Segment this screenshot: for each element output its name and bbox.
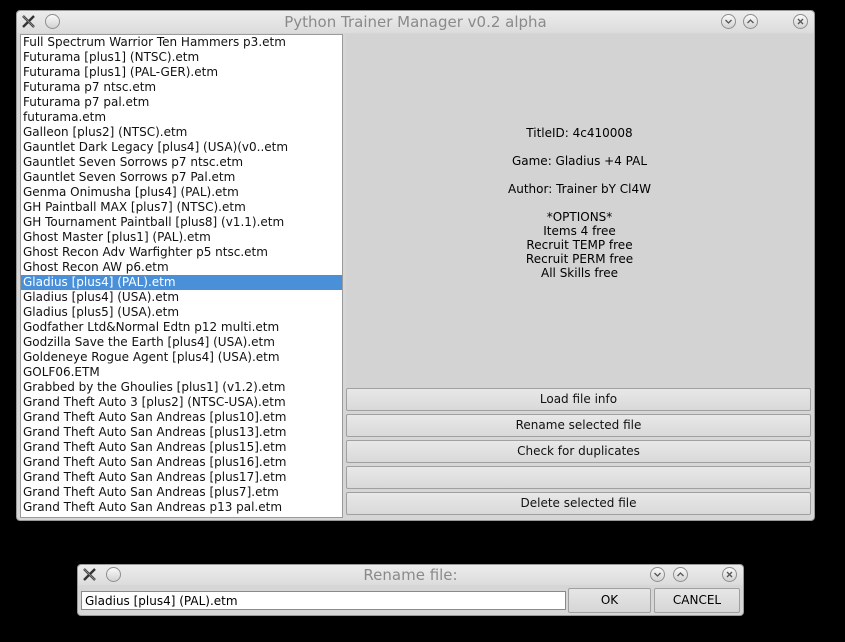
file-list-item[interactable]: Godzilla Save the Earth [plus4] (USA).et…: [21, 335, 342, 350]
check-duplicates-button[interactable]: Check for duplicates: [346, 440, 811, 463]
file-list-item[interactable]: Grand Theft Auto San Andreas [plus16].et…: [21, 455, 342, 470]
chevron-up-icon[interactable]: [743, 14, 758, 29]
file-list-item[interactable]: Futurama [plus1] (NTSC).etm: [21, 50, 342, 65]
file-list-item[interactable]: Gladius [plus5] (USA).etm: [21, 305, 342, 320]
file-list-item[interactable]: GH Tournament Paintball [plus8] (v1.1).e…: [21, 215, 342, 230]
file-list-item[interactable]: Futurama p7 ntsc.etm: [21, 80, 342, 95]
file-list-item[interactable]: Ghost Recon AW p6.etm: [21, 260, 342, 275]
file-list-item[interactable]: futurama.etm: [21, 110, 342, 125]
file-list-item[interactable]: Futurama p7 pal.etm: [21, 95, 342, 110]
file-list-item[interactable]: Futurama [plus1] (PAL-GER).etm: [21, 65, 342, 80]
file-list-item[interactable]: Grabbed by the Ghoulies [plus1] (v1.2).e…: [21, 380, 342, 395]
file-list-item[interactable]: Grand Theft Auto San Andreas [plus10].et…: [21, 410, 342, 425]
file-list-item[interactable]: Grand Theft Auto San Andreas [plus13].et…: [21, 425, 342, 440]
file-list-item[interactable]: Gladius [plus4] (PAL).etm: [21, 275, 342, 290]
file-list-item[interactable]: Godfather Ltd&Normal Edtn p12 multi.etm: [21, 320, 342, 335]
cancel-button[interactable]: CANCEL: [654, 588, 740, 613]
delete-file-button[interactable]: Delete selected file: [346, 492, 811, 515]
file-list-item[interactable]: GOLF06.ETM: [21, 365, 342, 380]
option-line: Recruit TEMP free: [526, 238, 633, 252]
option-line: All Skills free: [541, 266, 618, 280]
option-line: Recruit PERM free: [525, 252, 634, 266]
rename-dialog: Rename file: OK CANCEL: [77, 564, 744, 616]
file-list-item[interactable]: Ghost Recon Adv Warfighter p5 ntsc.etm: [21, 245, 342, 260]
file-list-item[interactable]: Gauntlet Seven Sorrows p7 Pal.etm: [21, 170, 342, 185]
file-list-item[interactable]: Full Spectrum Warrior Ten Hammers p3.etm: [21, 35, 342, 50]
file-list-item[interactable]: Gauntlet Dark Legacy [plus4] (USA)(v0..e…: [21, 140, 342, 155]
title-id-text: TitleID: 4c410008: [526, 126, 633, 140]
file-list-item[interactable]: GH Paintball MAX [plus7] (NTSC).etm: [21, 200, 342, 215]
load-file-info-button[interactable]: Load file info: [346, 388, 811, 411]
file-info-panel: TitleID: 4c410008 Game: Gladius +4 PAL A…: [346, 34, 813, 388]
option-line: Items 4 free: [543, 224, 616, 238]
chevron-down-icon[interactable]: [650, 567, 665, 582]
blank-button[interactable]: [346, 466, 811, 489]
file-list-item[interactable]: Goldeneye Rogue Agent [plus4] (USA).etm: [21, 350, 342, 365]
file-list-item[interactable]: Grand Theft Auto San Andreas [plus7].etm: [21, 485, 342, 500]
main-titlebar[interactable]: Python Trainer Manager v0.2 alpha: [17, 11, 814, 33]
chevron-up-icon[interactable]: [673, 567, 688, 582]
file-list-item[interactable]: Grand Theft Auto 3 [plus2] (NTSC-USA).et…: [21, 395, 342, 410]
ok-button[interactable]: OK: [568, 588, 651, 613]
author-text: Author: Trainer bY Cl4W: [508, 182, 651, 196]
rename-input[interactable]: [81, 591, 566, 610]
rename-file-button[interactable]: Rename selected file: [346, 414, 811, 437]
file-list-item[interactable]: Grand Theft Auto San Andreas [plus17].et…: [21, 470, 342, 485]
chevron-down-icon[interactable]: [721, 14, 736, 29]
game-text: Game: Gladius +4 PAL: [511, 154, 648, 168]
dialog-title: Rename file:: [363, 566, 458, 584]
close-icon[interactable]: [722, 567, 737, 582]
file-list-item[interactable]: Genma Onimusha [plus4] (PAL).etm: [21, 185, 342, 200]
main-window: Python Trainer Manager v0.2 alpha Full S…: [16, 10, 815, 521]
rename-titlebar[interactable]: Rename file:: [78, 565, 743, 585]
file-list-item[interactable]: Ghost Master [plus1] (PAL).etm: [21, 230, 342, 245]
file-list-item[interactable]: Galleon [plus2] (NTSC).etm: [21, 125, 342, 140]
close-icon[interactable]: [793, 14, 808, 29]
file-list-item[interactable]: Gauntlet Seven Sorrows p7 ntsc.etm: [21, 155, 342, 170]
options-header: *OPTIONS*: [546, 210, 613, 224]
file-list-item[interactable]: Grand Theft Auto San Andreas p13 pal.etm: [21, 500, 342, 515]
file-list-item[interactable]: Gladius [plus4] (USA).etm: [21, 290, 342, 305]
file-list-item[interactable]: Grand Theft Auto San Andreas [plus15].et…: [21, 440, 342, 455]
file-list[interactable]: Full Spectrum Warrior Ten Hammers p3.etm…: [20, 34, 343, 518]
window-title: Python Trainer Manager v0.2 alpha: [284, 13, 547, 31]
